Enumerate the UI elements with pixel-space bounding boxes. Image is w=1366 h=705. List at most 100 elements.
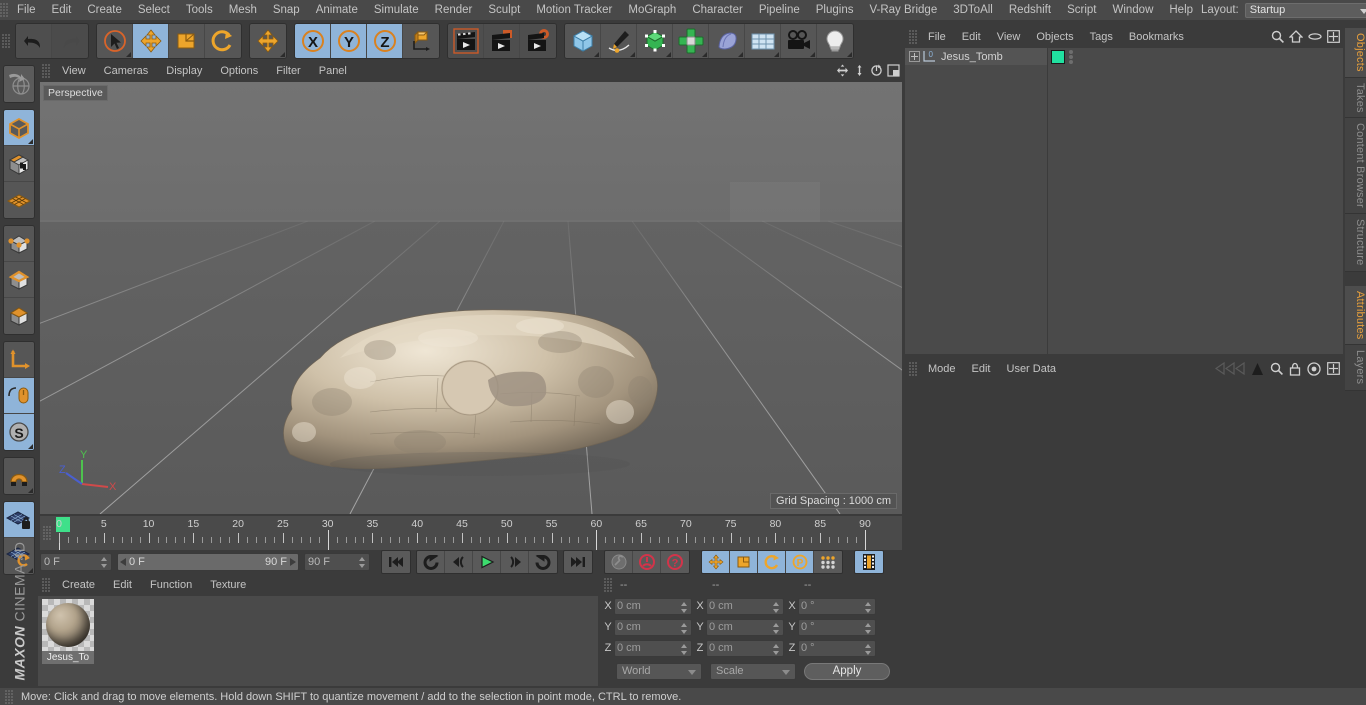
- play-forward-loop-button[interactable]: [529, 551, 557, 573]
- menu-v-ray-bridge[interactable]: V-Ray Bridge: [861, 0, 945, 20]
- undo-button[interactable]: [16, 24, 52, 58]
- polygons-mode-button[interactable]: [4, 298, 34, 334]
- pin-up-icon[interactable]: [1251, 362, 1264, 376]
- current-frame-field[interactable]: 0 F: [40, 553, 112, 571]
- play-button[interactable]: [473, 551, 501, 573]
- object-menu-objects[interactable]: Objects: [1028, 28, 1081, 46]
- material-menu-create[interactable]: Create: [53, 576, 104, 594]
- object-menu-bookmarks[interactable]: Bookmarks: [1121, 28, 1192, 46]
- object-menu-tags[interactable]: Tags: [1082, 28, 1121, 46]
- attribute-menu-edit[interactable]: Edit: [964, 360, 999, 378]
- viewport-menu-panel[interactable]: Panel: [310, 62, 356, 80]
- menu-grip[interactable]: [0, 3, 9, 17]
- viewport-menu-cameras[interactable]: Cameras: [95, 62, 158, 80]
- lock-z-axis[interactable]: Z: [367, 24, 403, 58]
- rotate-tool[interactable]: [205, 24, 241, 58]
- points-mode-button[interactable]: [4, 226, 34, 262]
- make-editable-button[interactable]: [4, 110, 34, 146]
- live-selection-tool[interactable]: [97, 24, 133, 58]
- menu-tools[interactable]: Tools: [178, 0, 221, 20]
- tab-structure[interactable]: Structure: [1345, 214, 1366, 272]
- redo-button[interactable]: [52, 24, 88, 58]
- position-x-field[interactable]: 0 cm: [614, 597, 692, 615]
- layout-icon[interactable]: [1327, 30, 1340, 43]
- scale-key-button[interactable]: [730, 551, 758, 573]
- end-frame-field[interactable]: 90 F: [304, 553, 370, 571]
- menu-window[interactable]: Window: [1104, 0, 1161, 20]
- stepper-icon[interactable]: [865, 643, 872, 656]
- stepper-icon[interactable]: [773, 601, 780, 614]
- position-y-field[interactable]: 0 cm: [614, 618, 692, 636]
- stepper-icon[interactable]: [865, 622, 872, 635]
- move-duplicate-tool[interactable]: [250, 24, 286, 58]
- point-level-animation-button[interactable]: [814, 551, 842, 573]
- attribute-manager-grip[interactable]: [909, 362, 918, 376]
- undo-view-button[interactable]: [4, 66, 34, 102]
- size-x-field[interactable]: 0 cm: [706, 597, 784, 615]
- coordinates-grip[interactable]: [604, 578, 613, 592]
- search-icon[interactable]: [1271, 30, 1284, 43]
- menu-3dtoall[interactable]: 3DToAll: [945, 0, 1001, 20]
- lock-y-axis[interactable]: Y: [331, 24, 367, 58]
- stepper-icon[interactable]: [681, 643, 688, 656]
- size-y-field[interactable]: 0 cm: [706, 618, 784, 636]
- magnet-tool-button[interactable]: [4, 458, 34, 494]
- autokeying-button[interactable]: [633, 551, 661, 573]
- lock-icon[interactable]: [1289, 362, 1301, 376]
- material-tag[interactable]: [1051, 50, 1065, 64]
- menu-help[interactable]: Help: [1161, 0, 1201, 20]
- stepper-icon[interactable]: [101, 556, 108, 569]
- add-array-button[interactable]: [673, 24, 709, 58]
- stepper-icon[interactable]: [773, 622, 780, 635]
- object-tree[interactable]: 0 Jesus_Tomb: [905, 48, 1343, 354]
- model-mode-button[interactable]: [4, 146, 34, 182]
- attribute-menu-mode[interactable]: Mode: [920, 360, 964, 378]
- keyframe-selection-button[interactable]: ?: [661, 551, 689, 573]
- viewport-menu-display[interactable]: Display: [157, 62, 211, 80]
- dolly-icon[interactable]: [853, 64, 866, 77]
- menu-plugins[interactable]: Plugins: [808, 0, 862, 20]
- range-right-arrow-icon[interactable]: [290, 558, 296, 566]
- rotation-z-field[interactable]: 0 °: [798, 639, 876, 657]
- menu-mograph[interactable]: MoGraph: [620, 0, 684, 20]
- menu-redshift[interactable]: Redshift: [1001, 0, 1059, 20]
- tab-takes[interactable]: Takes: [1345, 77, 1366, 119]
- toolbar-grip[interactable]: [2, 34, 11, 48]
- layout-icon[interactable]: [1327, 362, 1340, 375]
- menu-create[interactable]: Create: [79, 0, 130, 20]
- add-floor-button[interactable]: [745, 24, 781, 58]
- rotation-key-button[interactable]: [758, 551, 786, 573]
- add-camera-button[interactable]: [781, 24, 817, 58]
- menu-pipeline[interactable]: Pipeline: [751, 0, 808, 20]
- go-to-start-button[interactable]: [382, 551, 410, 573]
- lock-x-axis[interactable]: X: [295, 24, 331, 58]
- timeline-grip[interactable]: [43, 526, 52, 540]
- position-key-button[interactable]: [702, 551, 730, 573]
- menu-character[interactable]: Character: [684, 0, 751, 20]
- object-axis-button[interactable]: S: [4, 414, 34, 450]
- edges-mode-button[interactable]: [4, 262, 34, 298]
- preview-range-bar[interactable]: 0 F 90 F: [117, 553, 299, 571]
- target-icon[interactable]: [1307, 361, 1321, 376]
- layout-select[interactable]: Startup: [1244, 2, 1366, 18]
- attribute-content[interactable]: [905, 380, 1343, 686]
- add-bend-deformer-button[interactable]: [709, 24, 745, 58]
- object-tree-row[interactable]: 0 Jesus_Tomb: [905, 48, 1047, 65]
- timeline-ticks[interactable]: 0 5 10 15 20 25 30 35 40 45 50 55 60 65 70 75 80 85 90: [55, 516, 902, 550]
- object-menu-edit[interactable]: Edit: [954, 28, 989, 46]
- attribute-menu-user-data[interactable]: User Data: [999, 360, 1065, 378]
- size-mode-select[interactable]: Scale: [710, 662, 796, 680]
- menu-snap[interactable]: Snap: [265, 0, 308, 20]
- menu-file[interactable]: File: [9, 0, 44, 20]
- object-menu-view[interactable]: View: [989, 28, 1029, 46]
- position-z-field[interactable]: 0 cm: [614, 639, 692, 657]
- enable-axis-modification-button[interactable]: [4, 342, 34, 378]
- coordinate-system-select[interactable]: World: [616, 662, 702, 680]
- render-settings-button[interactable]: [520, 24, 556, 58]
- menu-sculpt[interactable]: Sculpt: [480, 0, 528, 20]
- history-arrows-icon[interactable]: [1215, 361, 1245, 376]
- 3d-viewport[interactable]: Perspective Grid Spacing : 1000 cm Y X Z: [40, 82, 902, 514]
- add-nurbs-button[interactable]: [637, 24, 673, 58]
- stepper-icon[interactable]: [681, 601, 688, 614]
- step-back-button[interactable]: [445, 551, 473, 573]
